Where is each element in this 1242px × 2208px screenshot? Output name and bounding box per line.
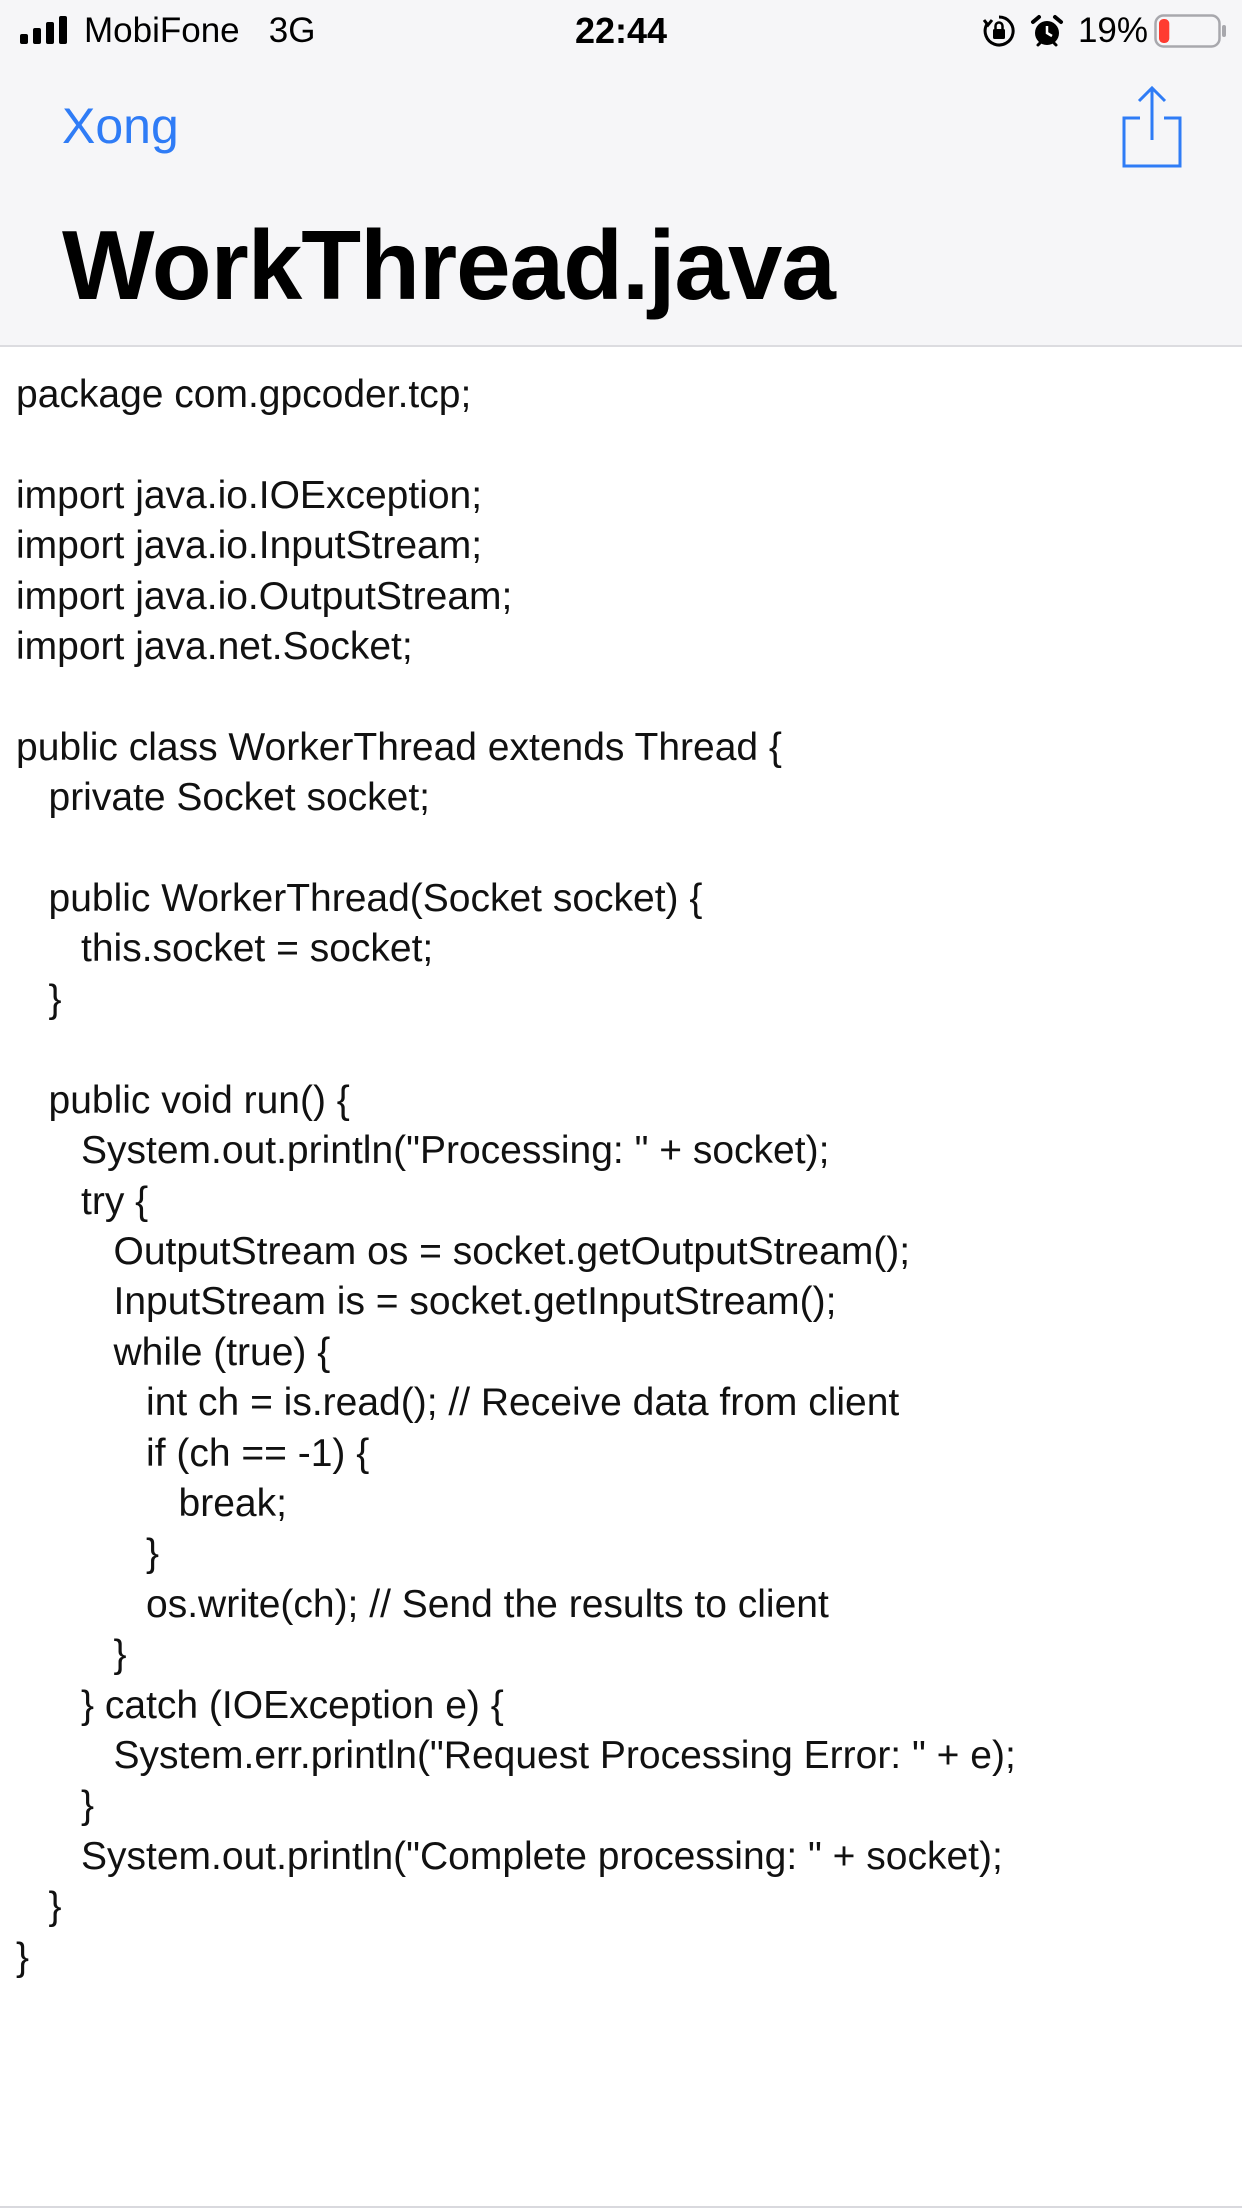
code-content: package com.gpcoder.tcp; import java.io.… [16,373,1016,1979]
page-title: WorkThread.java [62,210,836,320]
battery-fill [1159,19,1170,43]
done-button[interactable]: Xong [62,96,179,156]
share-icon[interactable] [1120,84,1184,170]
orientation-lock-icon [982,15,1015,47]
battery-percent: 19% [1077,11,1148,50]
alarm-icon [1030,15,1063,47]
status-bar: MobiFone 3G 22:44 19% [0,0,1242,62]
battery-icon [1154,14,1226,48]
header: MobiFone 3G 22:44 19% Xong WorkThread.ja… [0,0,1242,347]
status-right-group: 19% [982,10,1228,52]
